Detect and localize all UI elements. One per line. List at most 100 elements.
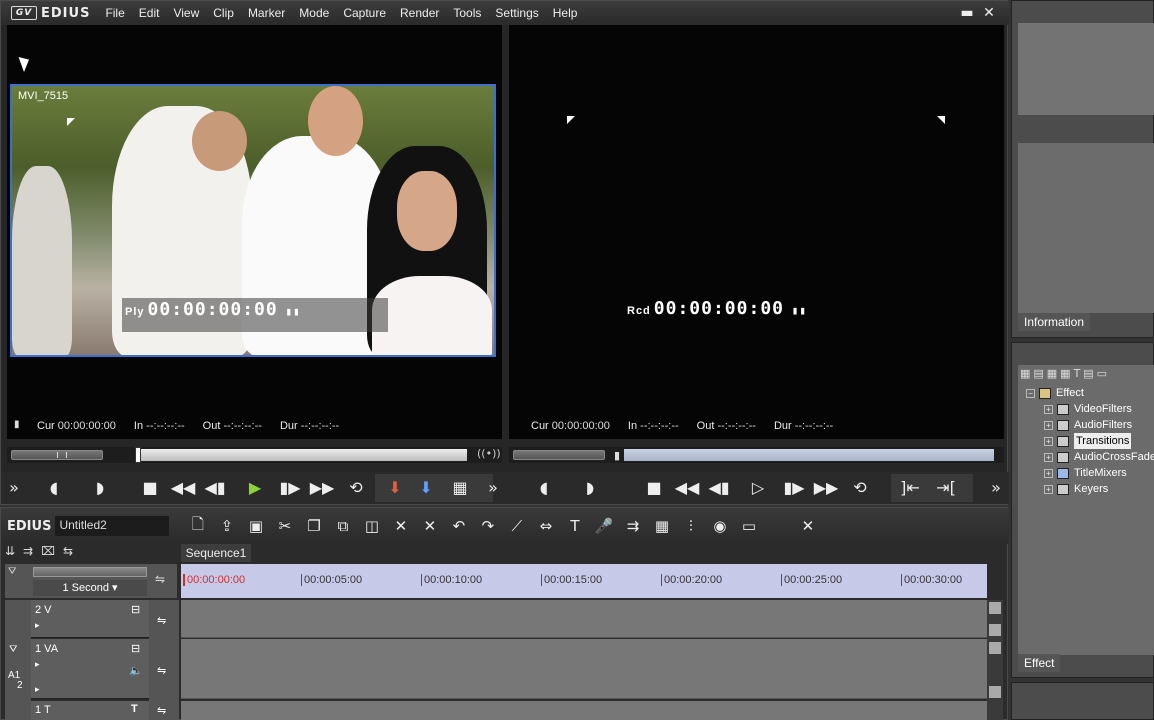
rec-loop-button[interactable]: ⟲: [847, 475, 873, 501]
tree-item-videofilters[interactable]: + VideoFilters: [1026, 401, 1154, 417]
track-lane-2v[interactable]: [181, 600, 987, 638]
audio-scrub-icon[interactable]: ((•)): [477, 447, 501, 460]
save-project-icon[interactable]: ▣: [241, 517, 270, 535]
video-patch-icon[interactable]: ⛛: [9, 644, 17, 655]
speaker-icon[interactable]: 🔈: [129, 664, 143, 677]
sync-icon-1va[interactable]: ⇋: [157, 664, 166, 677]
rec-rewind-button[interactable]: ◀◀: [674, 475, 700, 501]
collapse-icon[interactable]: ⛛: [8, 566, 16, 577]
menu-mode[interactable]: Mode: [292, 1, 336, 25]
sync-icon-2v[interactable]: ⇋: [157, 614, 166, 627]
menu-capture[interactable]: Capture: [336, 1, 393, 25]
ripple-delete-icon[interactable]: ✕: [415, 517, 444, 535]
vertical-scrollbar[interactable]: [987, 600, 1003, 720]
menu-settings[interactable]: Settings: [488, 1, 545, 25]
rec-set-in-icon[interactable]: ◖: [531, 475, 557, 501]
menu-help[interactable]: Help: [546, 1, 585, 25]
expand-track-icon[interactable]: ▸: [35, 620, 40, 631]
voiceover-mic-icon[interactable]: 🎤: [589, 517, 618, 535]
zoom-slider[interactable]: [33, 567, 147, 577]
expand-icon[interactable]: +: [1044, 468, 1053, 478]
track-mode-icon[interactable]: ⊟: [131, 642, 140, 655]
rec-fast-forward-button[interactable]: ▶▶: [813, 475, 839, 501]
export-icon[interactable]: ⇉: [618, 517, 647, 535]
sequence-tab[interactable]: Sequence1: [181, 544, 251, 562]
razor-icon[interactable]: ⟋: [502, 517, 531, 535]
step-back-button[interactable]: ◀▮: [202, 475, 228, 501]
menu-view[interactable]: View: [166, 1, 206, 25]
fast-forward-button[interactable]: ▶▶: [309, 475, 335, 501]
expand-icon[interactable]: +: [1044, 484, 1053, 494]
minimize-button[interactable]: ▬: [956, 1, 978, 25]
rec-play-button[interactable]: ▷: [745, 475, 771, 501]
more-middle-icon[interactable]: »: [480, 475, 506, 501]
rewind-button[interactable]: ◀◀: [170, 475, 196, 501]
tree-item-transitions[interactable]: + Transitions: [1026, 433, 1154, 449]
cut-icon[interactable]: ✂: [270, 517, 299, 535]
effect-toolbar-icons[interactable]: ▦▤▦▦T▤▭: [1020, 367, 1110, 380]
effect-tab[interactable]: Effect: [1018, 654, 1061, 672]
player-playhead[interactable]: [135, 447, 141, 463]
timescale-select[interactable]: 1 Second ▾: [33, 580, 147, 596]
expand-icon[interactable]: +: [1044, 420, 1053, 430]
expand-audio-icon[interactable]: ▸: [35, 684, 40, 695]
copy-icon[interactable]: ❐: [299, 517, 328, 535]
tree-item-titlemixers[interactable]: + TitleMixers: [1026, 465, 1154, 481]
jump-prev-edit-icon[interactable]: ]⇤: [897, 475, 923, 501]
add-clip-icon[interactable]: ▦: [447, 475, 473, 501]
recorder-position-bar[interactable]: [624, 449, 994, 461]
open-project-icon[interactable]: ⇪: [212, 517, 241, 535]
more-left-icon[interactable]: »: [1, 475, 27, 501]
rec-set-out-icon[interactable]: ◗: [577, 475, 603, 501]
time-ruler[interactable]: 00:00:00:00 00:00:05:00 00:00:10:00 00:0…: [181, 564, 987, 598]
tree-item-keyers[interactable]: + Keyers: [1026, 481, 1154, 497]
track-header-1va[interactable]: 1 VA ⊟ ▸ 🔈 ▸: [31, 639, 149, 699]
set-in-icon[interactable]: ◖: [41, 475, 67, 501]
new-sequence-icon[interactable]: 🗋: [183, 514, 212, 539]
collapse-icon[interactable]: −: [1026, 388, 1035, 398]
more-right-icon[interactable]: »: [983, 475, 1009, 501]
expand-icon[interactable]: +: [1044, 452, 1053, 462]
sync-icon[interactable]: ⇔: [531, 517, 560, 535]
timeline-close-icon[interactable]: ✕: [793, 517, 822, 535]
loop-button[interactable]: ⟲: [343, 475, 369, 501]
expand-icon[interactable]: +: [1044, 436, 1053, 446]
track-header-2v[interactable]: 2 V ⊟ ▸: [31, 600, 149, 638]
redo-icon[interactable]: ↷: [473, 517, 502, 535]
timeline-mode-icons[interactable]: ⇊⇉⌧⇆: [5, 544, 155, 562]
menu-render[interactable]: Render: [393, 1, 446, 25]
expand-track-icon[interactable]: ▸: [35, 659, 40, 670]
expand-icon[interactable]: +: [1044, 404, 1053, 414]
close-button[interactable]: ✕: [978, 1, 1000, 25]
information-tab[interactable]: Information: [1018, 313, 1091, 331]
insert-to-timeline-icon[interactable]: ⬇: [382, 475, 408, 501]
track-header-1t[interactable]: 1 T T: [31, 701, 149, 720]
track-mode-icon[interactable]: ⊟: [131, 603, 140, 616]
paste-icon[interactable]: ⧉: [328, 517, 357, 535]
step-forward-button[interactable]: ▮▶: [277, 475, 303, 501]
sync-lock-icon[interactable]: ⇋: [155, 572, 165, 586]
mixer-icon[interactable]: ⫶: [676, 517, 705, 535]
replace-icon[interactable]: ◫: [357, 517, 386, 535]
video-frame[interactable]: MVI_7515 Ply 00:00:00:00 ▮▮: [10, 84, 496, 357]
player-position-bar[interactable]: [137, 449, 467, 461]
rec-stop-button[interactable]: ■: [641, 475, 667, 501]
recorder-shuttle-slider[interactable]: [513, 450, 605, 460]
jump-next-edit-icon[interactable]: ⇥[: [933, 475, 959, 501]
tree-item-audiocrossfade[interactable]: + AudioCrossFade: [1026, 449, 1154, 465]
set-out-icon[interactable]: ◗: [87, 475, 113, 501]
rec-step-back-button[interactable]: ◀▮: [706, 475, 732, 501]
play-button[interactable]: ▶: [242, 475, 268, 501]
recorder-monitor[interactable]: Rcd 00:00:00:00 ▮▮ Cur 00:00:00:00 In --:…: [509, 25, 1004, 439]
stop-button[interactable]: ■: [137, 475, 163, 501]
menu-file[interactable]: File: [98, 1, 131, 25]
sync-icon-1t[interactable]: ⇋: [157, 704, 166, 717]
menu-edit[interactable]: Edit: [132, 1, 167, 25]
layout-icon[interactable]: ▭: [734, 517, 763, 535]
rec-step-forward-button[interactable]: ▮▶: [781, 475, 807, 501]
tree-item-audiofilters[interactable]: + AudioFilters: [1026, 417, 1154, 433]
overwrite-to-timeline-icon[interactable]: ⬇: [413, 475, 439, 501]
menu-marker[interactable]: Marker: [241, 1, 292, 25]
menu-tools[interactable]: Tools: [446, 1, 488, 25]
tree-item-effect[interactable]: − Effect: [1026, 385, 1154, 401]
